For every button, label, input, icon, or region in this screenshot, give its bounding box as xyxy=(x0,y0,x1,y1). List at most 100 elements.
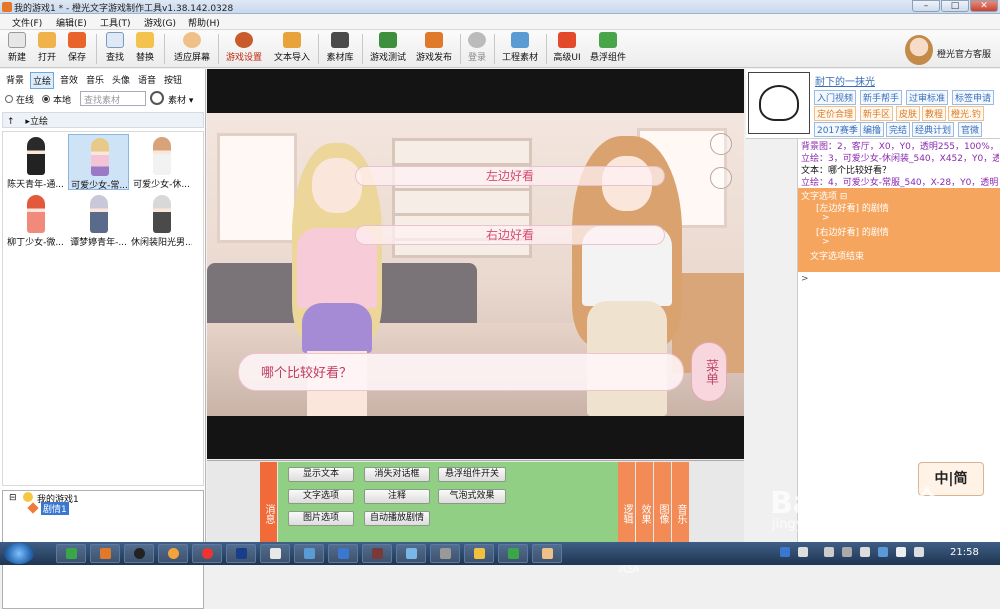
thumbnail-item[interactable]: 可爱少女-休... xyxy=(131,134,192,190)
game-test-button[interactable]: 游戏测试 xyxy=(368,32,408,66)
advanced-ui-button[interactable]: 高级UI xyxy=(552,32,582,66)
link-editor[interactable]: 编撸 xyxy=(860,122,885,137)
volume-icon[interactable] xyxy=(914,547,924,557)
material-library-button[interactable]: 素材库 xyxy=(324,32,356,66)
thumbnail-item[interactable]: 柳丁少女-微... xyxy=(5,192,66,248)
tray-icon[interactable] xyxy=(798,547,808,557)
float-widget-button[interactable]: 悬浮组件 xyxy=(588,32,628,66)
save-button[interactable]: 保存 xyxy=(66,32,88,66)
material-dropdown[interactable]: 素材 ▾ xyxy=(168,93,193,106)
close-button[interactable]: ✕ xyxy=(970,0,998,12)
link-2017-season[interactable]: 2017赛季 xyxy=(814,122,861,137)
option-right-button[interactable]: 右边好看 xyxy=(355,225,665,245)
taskbar-app[interactable] xyxy=(430,544,460,563)
settings-side-icon[interactable] xyxy=(710,167,732,189)
baidu-tray-icon[interactable] xyxy=(780,547,790,557)
comment-button[interactable]: 注释 xyxy=(364,489,430,504)
find-button[interactable]: 查找 xyxy=(104,32,126,66)
game-menu-button[interactable]: 菜单 xyxy=(691,342,727,402)
taskbar-app[interactable] xyxy=(464,544,494,563)
username-link[interactable]: 耐下的一抹光 xyxy=(815,73,875,88)
dialog-box[interactable]: 哪个比较好看？ xyxy=(238,353,684,391)
link-newbie-area[interactable]: 新手区 xyxy=(860,106,894,121)
tab-logic[interactable]: 逻辑 xyxy=(618,462,635,542)
text-option-button[interactable]: 文字选项 xyxy=(288,489,354,504)
tray-icon[interactable] xyxy=(842,547,852,557)
tab-sound-effect[interactable]: 音效 xyxy=(58,72,80,87)
hide-dialog-button[interactable]: 消失对话框 xyxy=(364,467,430,482)
tab-music[interactable]: 音乐 xyxy=(84,72,106,87)
game-publish-button[interactable]: 游戏发布 xyxy=(414,32,454,66)
menu-help[interactable]: 帮助(H) xyxy=(188,16,220,29)
tab-portrait[interactable]: 立绘 xyxy=(30,72,55,89)
taskbar-app[interactable] xyxy=(294,544,324,563)
menu-edit[interactable]: 编辑(E) xyxy=(56,16,87,29)
auto-play-button[interactable]: 自动播放剧情 xyxy=(364,511,430,526)
float-widget-toggle-button[interactable]: 悬浮组件开关 xyxy=(438,467,506,482)
menu-file[interactable]: 文件(F) xyxy=(12,16,42,29)
link-skin[interactable]: 皮肤 xyxy=(896,106,921,121)
fit-screen-button[interactable]: 适应屏幕 xyxy=(172,32,212,66)
link-chengguang[interactable]: 橙光.钓 xyxy=(948,106,984,121)
show-text-button[interactable]: 显示文本 xyxy=(288,467,354,482)
save-side-icon[interactable] xyxy=(710,133,732,155)
user-avatar[interactable] xyxy=(748,72,810,134)
tab-message[interactable]: 消息 xyxy=(260,462,277,542)
tree-item-story[interactable]: 剧情1 xyxy=(41,502,69,515)
taskbar-app[interactable] xyxy=(260,544,290,563)
link-review-standard[interactable]: 过审标准 xyxy=(906,90,949,105)
link-tag-apply[interactable]: 标签申请 xyxy=(952,90,995,105)
taskbar-app[interactable] xyxy=(124,544,154,563)
tree-collapse-icon[interactable]: ⊟ xyxy=(9,493,17,503)
thumbnail-item[interactable]: 谭梦婷青年-... xyxy=(68,192,129,248)
taskbar-app[interactable] xyxy=(158,544,188,563)
image-option-button[interactable]: 图片选项 xyxy=(288,511,354,526)
taskbar-app[interactable] xyxy=(192,544,222,563)
link-tutorial[interactable]: 教程 xyxy=(922,106,947,121)
taskbar-app[interactable] xyxy=(396,544,426,563)
taskbar-app[interactable] xyxy=(90,544,120,563)
game-settings-button[interactable]: 游戏设置 xyxy=(224,32,264,66)
minimize-button[interactable]: – xyxy=(912,0,940,12)
tab-button[interactable]: 按钮 xyxy=(162,72,184,87)
bubble-effect-button[interactable]: 气泡式效果 xyxy=(438,489,506,504)
tab-voice[interactable]: 语音 xyxy=(136,72,158,87)
taskbar-app[interactable] xyxy=(328,544,358,563)
tray-icon[interactable] xyxy=(860,547,870,557)
project-material-button[interactable]: 工程素材 xyxy=(500,32,540,66)
tray-icon[interactable] xyxy=(824,547,834,557)
link-official-weibo[interactable]: 官微 xyxy=(958,122,983,137)
login-button[interactable]: 登录 xyxy=(466,32,488,66)
text-import-button[interactable]: 文本导入 xyxy=(272,32,312,66)
taskbar-app[interactable] xyxy=(362,544,392,563)
link-beginner-helper[interactable]: 新手帮手 xyxy=(860,90,903,105)
thumbnail-item-selected[interactable]: 可爱少女-常... xyxy=(68,134,129,191)
menu-game[interactable]: 游戏(G) xyxy=(144,16,176,29)
script-line[interactable]: 立绘：4，可爱少女-常服_540，X-28，Y0，透明 xyxy=(801,175,999,188)
taskbar-app[interactable] xyxy=(56,544,86,563)
thumbnail-item[interactable]: 陈天青年-通... xyxy=(5,134,66,190)
menu-tools[interactable]: 工具(T) xyxy=(100,16,131,29)
maximize-button[interactable]: □ xyxy=(941,0,969,12)
start-button[interactable] xyxy=(4,543,34,564)
link-intro-video[interactable]: 入门视频 xyxy=(814,90,857,105)
taskbar-app[interactable] xyxy=(532,544,562,563)
up-arrow-icon[interactable]: ↑ xyxy=(7,117,15,127)
link-classic-plan[interactable]: 经典计划 xyxy=(912,122,955,137)
search-input[interactable]: 查找素材 xyxy=(80,91,146,106)
tab-image[interactable]: 图像 xyxy=(654,462,671,542)
tab-music-cmd[interactable]: 音乐 xyxy=(672,462,689,542)
link-pricing[interactable]: 定价合理 xyxy=(814,106,857,121)
option-left-button[interactable]: 左边好看 xyxy=(355,166,665,186)
taskbar-app[interactable] xyxy=(226,544,256,563)
tab-background[interactable]: 背景 xyxy=(4,72,26,87)
option-block-end[interactable]: 文字选项结束 xyxy=(810,249,1000,262)
option-block[interactable]: 文字选项 ⊟ [左边好看] 的剧情 > [右边好看] 的剧情 > 文字选项结束 xyxy=(798,188,1000,272)
link-finished[interactable]: 完结 xyxy=(886,122,911,137)
replace-button[interactable]: 替换 xyxy=(134,32,156,66)
official-support[interactable]: 橙光官方客服 xyxy=(905,35,997,67)
network-icon[interactable] xyxy=(896,547,906,557)
tab-avatar[interactable]: 头像 xyxy=(110,72,132,87)
new-button[interactable]: 新建 xyxy=(6,32,28,66)
taskbar-app[interactable] xyxy=(498,544,528,563)
